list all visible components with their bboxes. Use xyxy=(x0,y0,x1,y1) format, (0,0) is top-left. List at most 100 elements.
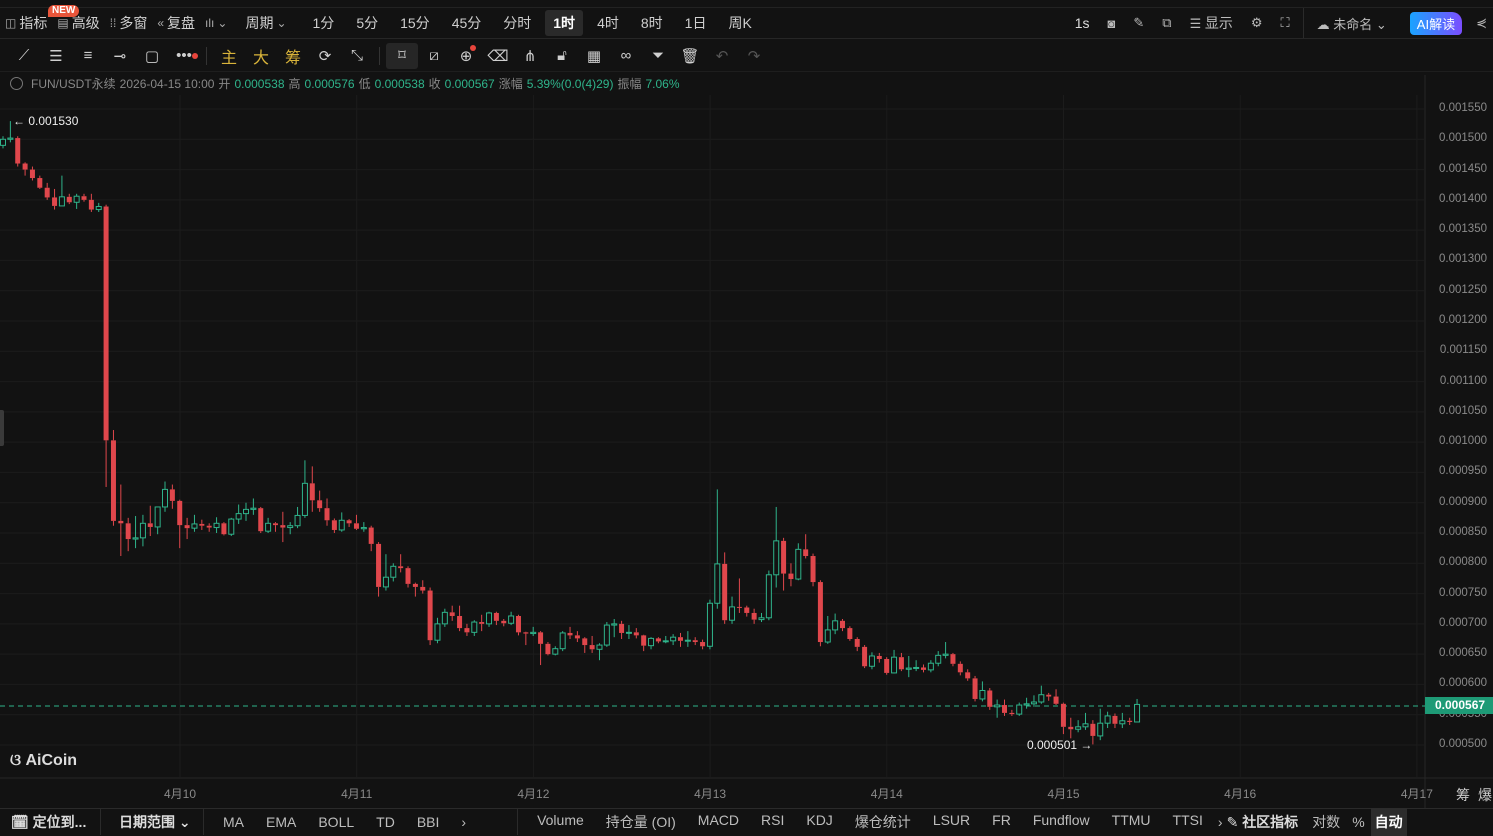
indicator-ttmu[interactable]: TTMU xyxy=(1101,812,1162,832)
period-timeshare[interactable]: 分时 xyxy=(495,10,539,36)
parallel-lines-icon[interactable]: ☰ xyxy=(40,47,72,65)
log-scale-toggle[interactable]: 对数 xyxy=(1306,812,1346,832)
advanced-label: 高级 xyxy=(71,15,100,31)
candle-down xyxy=(206,523,212,532)
period-dropdown[interactable]: 周期 ⌄ xyxy=(240,13,291,33)
collapse-icon[interactable] xyxy=(10,77,23,90)
multi-window-button[interactable]: ⁞⁞ 多窗 xyxy=(105,13,153,33)
indicator-rsi[interactable]: RSI xyxy=(750,812,795,832)
horizontal-lines-icon[interactable]: ≡ xyxy=(72,47,104,64)
locate-button[interactable]: 🗓︎ 定位到... xyxy=(0,812,100,832)
undo-icon[interactable]: ↶ xyxy=(706,47,738,65)
auto-scale-toggle[interactable]: 自动 xyxy=(1370,807,1407,836)
indicator-ttsi[interactable]: TTSI xyxy=(1162,812,1214,832)
community-indicators-button[interactable]: ✎ 社区指标 xyxy=(1227,812,1307,832)
candlestick-chart[interactable] xyxy=(0,0,1493,834)
ai-interpret-button[interactable]: AI解读 xyxy=(1409,11,1463,35)
ruler-icon[interactable]: ⧄ xyxy=(418,47,450,64)
candle-body xyxy=(596,644,603,650)
chevron-right-icon[interactable]: › xyxy=(450,814,477,830)
more-icon[interactable]: ••• xyxy=(168,47,200,64)
period-4h[interactable]: 4时 xyxy=(589,10,627,36)
period-1h[interactable]: 1时 xyxy=(545,10,584,36)
candle-body xyxy=(765,574,772,619)
candle-up xyxy=(162,481,169,512)
display-button[interactable]: ☰ 显示 xyxy=(1181,13,1242,33)
candle-body xyxy=(243,508,250,515)
main-chart-toggle[interactable]: 主 xyxy=(213,44,245,68)
period-1d[interactable]: 1日 xyxy=(677,10,715,36)
period-1m[interactable]: 1分 xyxy=(305,10,343,36)
candle-body xyxy=(700,642,706,647)
date-range-dropdown[interactable]: 日期范围 ⌄ xyxy=(101,812,203,832)
period-8h[interactable]: 8时 xyxy=(633,10,671,36)
chevron-right-icon[interactable]: › xyxy=(1214,814,1227,830)
big-order-toggle[interactable]: 大 xyxy=(245,44,277,68)
sync-icon[interactable]: ⟳ xyxy=(309,47,341,65)
link-icon[interactable]: ∞ xyxy=(610,47,642,64)
replay-button[interactable]: «复盘 xyxy=(152,13,200,33)
grid-icon: ⁞⁞ xyxy=(109,16,117,30)
chips-corner-button[interactable]: 筹 xyxy=(1456,785,1470,805)
chips-toggle[interactable]: 筹 xyxy=(277,44,309,68)
indicator-macd[interactable]: MACD xyxy=(687,812,750,832)
filter-icon[interactable]: ⏷ xyxy=(642,47,674,64)
indicator-liquidation[interactable]: 爆仓统计 xyxy=(844,812,922,832)
liquidation-corner-button[interactable]: 爆 xyxy=(1478,785,1492,805)
candle-body xyxy=(427,590,433,641)
indicator-oi[interactable]: 持仓量 (OI) xyxy=(595,812,687,832)
period-45m[interactable]: 45分 xyxy=(444,10,490,36)
fullscreen-icon[interactable]: ⛶ xyxy=(1272,15,1299,31)
eraser-icon[interactable]: ⌫ xyxy=(482,47,514,65)
percent-scale-toggle[interactable]: % xyxy=(1346,814,1370,830)
rectangle-icon[interactable]: ▢ xyxy=(136,47,168,65)
settings-icon[interactable]: ⚙ xyxy=(1242,15,1272,31)
measure-icon[interactable]: ⤡ xyxy=(341,47,373,64)
candle-down xyxy=(1068,717,1074,739)
candle-body xyxy=(154,506,161,528)
add-window-icon[interactable]: ⧉ xyxy=(1153,15,1180,31)
candle-down xyxy=(479,614,485,632)
horizontal-ray-icon[interactable]: ⊸ xyxy=(104,47,136,65)
candle-body xyxy=(648,637,655,647)
candle-body xyxy=(331,520,337,530)
candle-down xyxy=(641,634,647,652)
price-tick-label: 0.001350 xyxy=(1439,223,1487,236)
refresh-interval[interactable]: 1s xyxy=(1066,15,1099,31)
layout-dropdown[interactable]: ☁ 未命名 ⌄ xyxy=(1308,14,1396,33)
indicator-boll[interactable]: BOLL xyxy=(307,814,365,830)
line-tool-icon[interactable]: ⟋ xyxy=(8,47,40,64)
camera-icon[interactable]: ◙ xyxy=(1099,16,1125,31)
candle-body xyxy=(118,520,124,524)
advanced-button[interactable]: ▤ 高级 xyxy=(52,13,104,33)
period-week[interactable]: 周K xyxy=(720,10,759,36)
trash-icon[interactable]: 🗑︎ xyxy=(674,47,706,65)
magnet-icon[interactable]: ⋔ xyxy=(514,47,546,65)
indicator-ema[interactable]: EMA xyxy=(255,814,307,830)
chart-icon: ◫ xyxy=(5,16,17,30)
indicator-fundflow[interactable]: Fundflow xyxy=(1022,812,1101,832)
indicator-lsur[interactable]: LSUR xyxy=(922,812,981,832)
indicator-volume[interactable]: Volume xyxy=(526,812,595,832)
candle-body xyxy=(147,523,153,527)
redo-icon[interactable]: ↷ xyxy=(738,47,770,65)
indicator-fr[interactable]: FR xyxy=(981,812,1022,832)
period-5m[interactable]: 5分 xyxy=(348,10,386,36)
indicator-kdj[interactable]: KDJ xyxy=(795,812,843,832)
side-panel-handle[interactable] xyxy=(0,410,4,446)
candle-body xyxy=(1119,720,1126,725)
cursor-select-icon[interactable]: ⌑ xyxy=(386,42,418,69)
period-15m[interactable]: 15分 xyxy=(392,10,438,36)
indicator-ma[interactable]: MA xyxy=(212,814,255,830)
candle-body xyxy=(265,522,272,532)
indicators-button[interactable]: ◫ 指标 xyxy=(0,13,52,33)
pencil-icon[interactable]: ✎ xyxy=(1124,15,1153,31)
chart-type-dropdown[interactable]: ılı ⌄ xyxy=(200,16,232,30)
lock-icon[interactable]: 🔓︎ xyxy=(546,47,578,64)
share-icon[interactable]: ⋞ xyxy=(1470,15,1493,31)
indicator-td[interactable]: TD xyxy=(365,814,406,830)
indicator-bbi[interactable]: BBI xyxy=(406,814,451,830)
candle-down xyxy=(817,580,823,647)
template-icon[interactable]: ▦ xyxy=(578,47,610,65)
zoom-icon[interactable]: ⊕ xyxy=(450,44,482,65)
